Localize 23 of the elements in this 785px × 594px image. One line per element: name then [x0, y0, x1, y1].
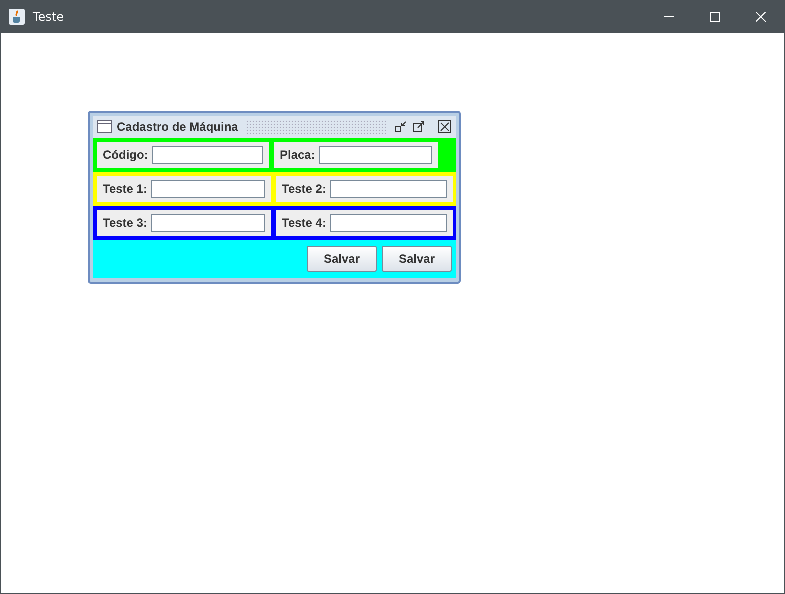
input-field[interactable] — [151, 180, 265, 198]
java-cup-icon — [9, 9, 25, 25]
close-button[interactable] — [438, 120, 452, 134]
maximize-icon[interactable] — [710, 12, 720, 22]
field-label: Teste 4: — [282, 216, 326, 230]
field-label: Teste 1: — [103, 182, 148, 196]
save-button[interactable]: Salvar — [307, 246, 377, 272]
minimize-button[interactable] — [394, 120, 408, 134]
close-icon[interactable] — [756, 12, 766, 22]
input-field[interactable] — [330, 180, 447, 198]
input-field[interactable] — [151, 214, 265, 232]
save-button[interactable]: Salvar — [382, 246, 452, 272]
field-label: Teste 3: — [103, 216, 148, 230]
field-label: Teste 2: — [282, 182, 326, 196]
window-icon — [97, 119, 113, 135]
maximize-button[interactable] — [412, 120, 426, 134]
field-label: Código: — [103, 148, 148, 162]
frame-title: Cadastro de Máquina — [117, 120, 238, 134]
field-label: Placa: — [280, 148, 316, 162]
input-field[interactable] — [319, 146, 432, 164]
input-field[interactable] — [330, 214, 447, 232]
window-title: Teste — [33, 10, 66, 24]
input-field[interactable] — [152, 146, 263, 164]
